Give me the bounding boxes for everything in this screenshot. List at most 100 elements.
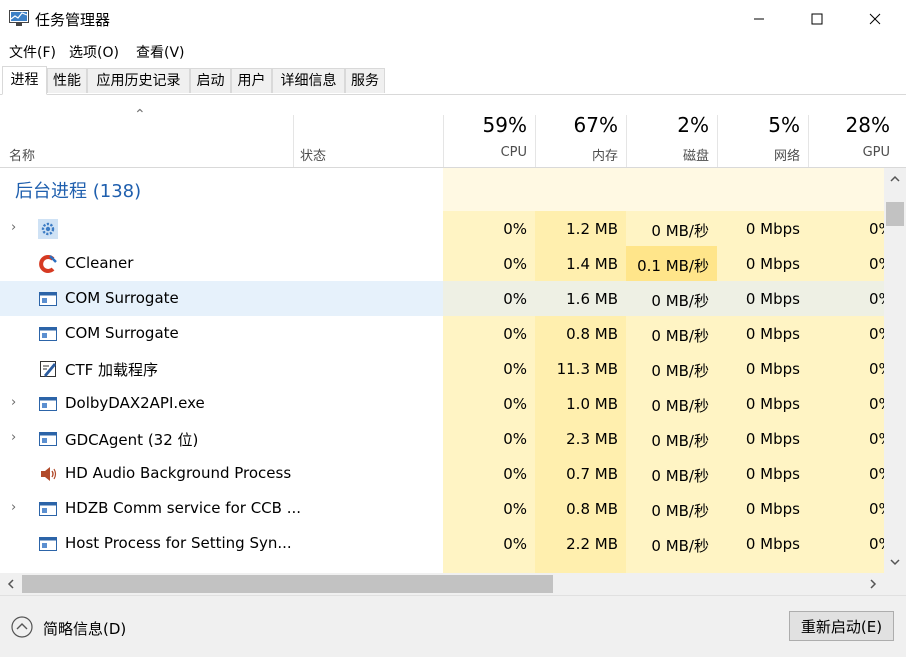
- cpu-value: 0%: [503, 465, 527, 483]
- vertical-scrollbar[interactable]: [884, 168, 906, 573]
- memory-value: 1.4 MB: [566, 255, 618, 273]
- menu-file[interactable]: 文件(F): [9, 42, 56, 62]
- memory-value: 1.2 MB: [566, 220, 618, 238]
- tab-services[interactable]: 服务: [345, 68, 385, 93]
- collapse-up-icon[interactable]: [11, 616, 33, 638]
- tab-app-history[interactable]: 应用历史记录: [87, 68, 190, 93]
- disk-value: 0 MB/秒: [651, 502, 709, 520]
- cpu-value: 0%: [503, 535, 527, 553]
- close-button[interactable]: [846, 0, 904, 38]
- process-row[interactable]: HD Audio Background Process 0% 0.7 MB 0 MB/…: [0, 456, 884, 491]
- process-row[interactable]: CTF 加载程序 0% 11.3 MB 0 MB/秒 0 Mbps 0%: [0, 351, 884, 386]
- gpu-value: 0%: [869, 360, 884, 378]
- minimize-button[interactable]: [730, 0, 788, 38]
- memory-value: 11.3 MB: [556, 360, 618, 378]
- network-value: 0 Mbps: [745, 465, 800, 483]
- process-name: Host Process for Setting Syn...: [65, 534, 292, 552]
- process-name: HDZB Comm service for CCB ...: [65, 499, 302, 517]
- scroll-right-icon[interactable]: [862, 573, 884, 595]
- disk-total: 2%: [677, 113, 709, 137]
- window-app-icon: [38, 324, 58, 344]
- maximize-button[interactable]: [788, 0, 846, 38]
- expand-chevron-icon[interactable]: ›: [11, 395, 16, 410]
- scroll-down-icon[interactable]: [884, 551, 906, 573]
- task-manager-icon: [9, 10, 29, 26]
- restart-button[interactable]: 重新启动(E): [789, 611, 894, 641]
- gpu-label: GPU: [862, 145, 890, 160]
- tab-users[interactable]: 用户: [231, 68, 272, 93]
- process-row[interactable]: COM Surrogate 0% 0.8 MB 0 MB/秒 0 Mbps 0%: [0, 316, 884, 351]
- pen-note-icon: [38, 359, 58, 379]
- sort-up-icon: ⌃: [134, 107, 146, 123]
- network-label: 网络: [773, 149, 800, 164]
- network-value: 0 Mbps: [745, 290, 800, 308]
- process-name: COM Surrogate: [65, 324, 179, 342]
- header-network[interactable]: 5% 网络: [717, 95, 808, 167]
- tab-details[interactable]: 详细信息: [272, 68, 345, 93]
- expand-chevron-icon[interactable]: ›: [11, 430, 16, 445]
- network-value: 0 Mbps: [745, 360, 800, 378]
- column-divider[interactable]: [293, 115, 294, 167]
- scroll-left-icon[interactable]: [0, 573, 22, 595]
- header-disk[interactable]: 2% 磁盘: [626, 95, 717, 167]
- memory-value: 2.3 MB: [566, 430, 618, 448]
- network-value: 0 Mbps: [745, 255, 800, 273]
- title-bar: 任务管理器: [0, 0, 906, 38]
- network-value: 0 Mbps: [745, 430, 800, 448]
- gpu-total: 28%: [845, 113, 890, 137]
- horizontal-scrollbar[interactable]: [0, 573, 884, 595]
- ccleaner-icon: [38, 254, 58, 274]
- gpu-value: 0%: [869, 325, 884, 343]
- network-value: 0 Mbps: [745, 395, 800, 413]
- tab-startup[interactable]: 启动: [190, 68, 231, 93]
- process-row[interactable]: › 0% 1.2 MB 0 MB/秒 0 Mbps 0%: [0, 211, 884, 246]
- group-heat-strip: [443, 168, 884, 211]
- header-name[interactable]: 名称: [9, 145, 35, 164]
- menu-view[interactable]: 查看(V): [136, 42, 185, 62]
- disk-value: 0 MB/秒: [651, 432, 709, 450]
- memory-value: 0.7 MB: [566, 465, 618, 483]
- process-row[interactable]: › HDZB Comm service for CCB ... 0% 0.8 MB 0 …: [0, 491, 884, 526]
- process-name: HD Audio Background Process: [65, 464, 292, 482]
- speaker-icon: [38, 464, 58, 484]
- gpu-value: 0%: [869, 220, 884, 238]
- process-name: CTF 加载程序: [65, 361, 159, 379]
- horizontal-scroll-thumb[interactable]: [22, 575, 553, 593]
- process-row[interactable]: › DolbyDAX2API.exe 0% 1.0 MB 0 MB/秒 0 Mbps 0%: [0, 386, 884, 421]
- header-gpu[interactable]: 28% GPU: [808, 95, 898, 167]
- process-row[interactable]: CCleaner 0% 1.4 MB 0.1 MB/秒 0 Mbps 0%: [0, 246, 884, 281]
- vertical-scroll-thumb[interactable]: [886, 202, 904, 226]
- cpu-total: 59%: [482, 113, 527, 137]
- scroll-corner: [884, 573, 906, 595]
- tab-performance[interactable]: 性能: [47, 68, 87, 93]
- group-background-processes[interactable]: 后台进程 (138): [15, 177, 141, 203]
- fewer-details-link[interactable]: 简略信息(D): [43, 618, 126, 639]
- process-row[interactable]: COM Surrogate 0% 1.6 MB 0 MB/秒 0 Mbps 0%: [0, 281, 884, 316]
- process-row[interactable]: › GDCAgent (32 位) 0% 2.3 MB 0 MB/秒 0 Mbps 0%: [0, 421, 884, 456]
- process-name: COM Surrogate: [65, 289, 179, 307]
- tab-strip: 进程 性能 应用历史记录 启动 用户 详细信息 服务: [0, 66, 906, 95]
- gpu-value: 0%: [869, 535, 884, 553]
- scroll-up-icon[interactable]: [884, 168, 906, 190]
- expand-chevron-icon[interactable]: ›: [11, 500, 16, 515]
- menu-options[interactable]: 选项(O): [69, 42, 119, 62]
- tab-processes[interactable]: 进程: [2, 66, 47, 95]
- minimize-icon: [754, 18, 764, 20]
- expand-chevron-icon[interactable]: ›: [11, 220, 16, 235]
- memory-total: 67%: [573, 113, 618, 137]
- network-value: 0 Mbps: [745, 325, 800, 343]
- window-app-icon: [38, 534, 58, 554]
- header-cpu[interactable]: 59% CPU: [443, 95, 535, 167]
- process-name: GDCAgent (32 位): [65, 431, 199, 449]
- disk-value: 0 MB/秒: [651, 222, 709, 240]
- gear-icon: [38, 219, 58, 239]
- process-row[interactable]: Host Process for Setting Syn... 0% 2.2 MB 0…: [0, 526, 884, 561]
- header-memory[interactable]: 67% 内存: [535, 95, 626, 167]
- header-status[interactable]: 状态: [300, 145, 326, 164]
- disk-value: 0.1 MB/秒: [637, 257, 709, 275]
- footer-bar: 简略信息(D) 重新启动(E): [0, 595, 906, 657]
- gpu-value: 0%: [869, 255, 884, 273]
- network-value: 0 Mbps: [745, 535, 800, 553]
- disk-value: 0 MB/秒: [651, 362, 709, 380]
- disk-value: 0 MB/秒: [651, 537, 709, 555]
